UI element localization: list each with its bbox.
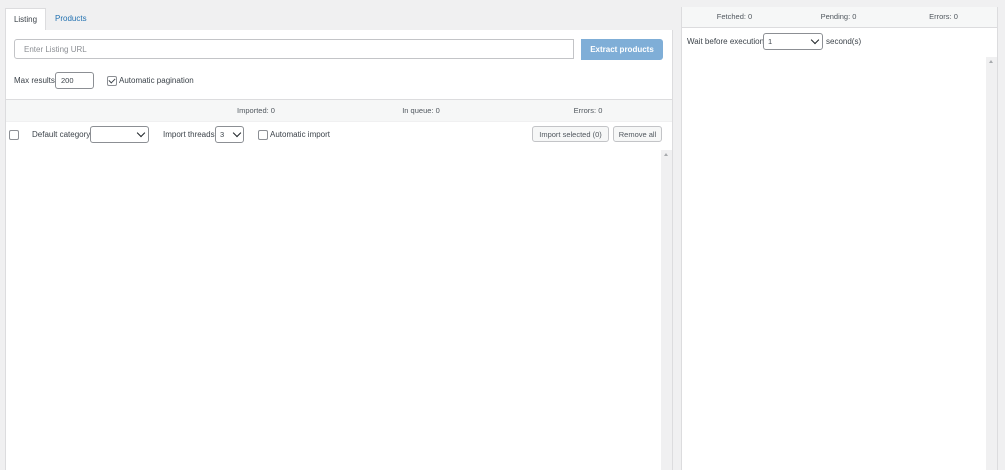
wait-unit-label: second(s) [826,37,862,46]
remove-all-button[interactable]: Remove all [613,126,662,142]
automatic-pagination-label: Automatic pagination [119,76,194,85]
products-list-scrollbar[interactable] [661,150,672,470]
queue-errors-count: Errors: 0 [929,12,958,21]
errors-count: Errors: 0 [573,106,603,115]
in-queue-count: In queue: 0 [402,106,440,115]
select-all-checkbox[interactable] [9,130,19,140]
import-queue-panel: Fetched: 0 Pending: 0 Errors: 0 Wait bef… [681,7,998,470]
import-threads-value: 3 [220,130,225,139]
import-selected-button[interactable]: Import selected (0) [532,126,609,142]
pending-count: Pending: 0 [820,12,857,21]
automatic-import-label: Automatic import [270,130,331,139]
max-results-label: Max results [14,76,55,85]
automatic-import-checkbox[interactable] [258,130,268,140]
listing-panel: Listing Products Extract products Max re… [5,0,673,470]
listing-tab-body: Extract products Max results Automatic p… [5,30,673,470]
chevron-down-icon [136,128,146,138]
extract-products-button[interactable]: Extract products [581,39,663,60]
chevron-down-icon [232,128,242,138]
scroll-up-arrow-icon[interactable] [989,60,993,63]
wait-time-value: 1 [768,37,773,46]
scroll-up-arrow-icon[interactable] [664,153,668,156]
fetched-count: Fetched: 0 [716,12,753,21]
wait-before-execution-label: Wait before execution [687,37,765,46]
chevron-down-icon [810,35,820,45]
import-stats-bar: Imported: 0 In queue: 0 Errors: 0 [6,99,672,122]
import-threads-label: Import threads [163,130,215,139]
tab-products[interactable]: Products [55,8,87,30]
listing-url-input[interactable] [14,39,574,59]
wait-time-select[interactable]: 1 [763,33,823,50]
imported-count: Imported: 0 [237,106,275,115]
queue-stats-bar: Fetched: 0 Pending: 0 Errors: 0 [682,7,997,28]
queue-scrollbar[interactable] [986,57,997,470]
default-category-select[interactable] [90,126,149,143]
tab-listing[interactable]: Listing [5,8,46,31]
default-category-label: Default category [32,130,91,139]
import-threads-select[interactable]: 3 [215,126,244,143]
max-results-input[interactable] [55,72,94,89]
automatic-pagination-checkbox[interactable] [107,76,117,86]
